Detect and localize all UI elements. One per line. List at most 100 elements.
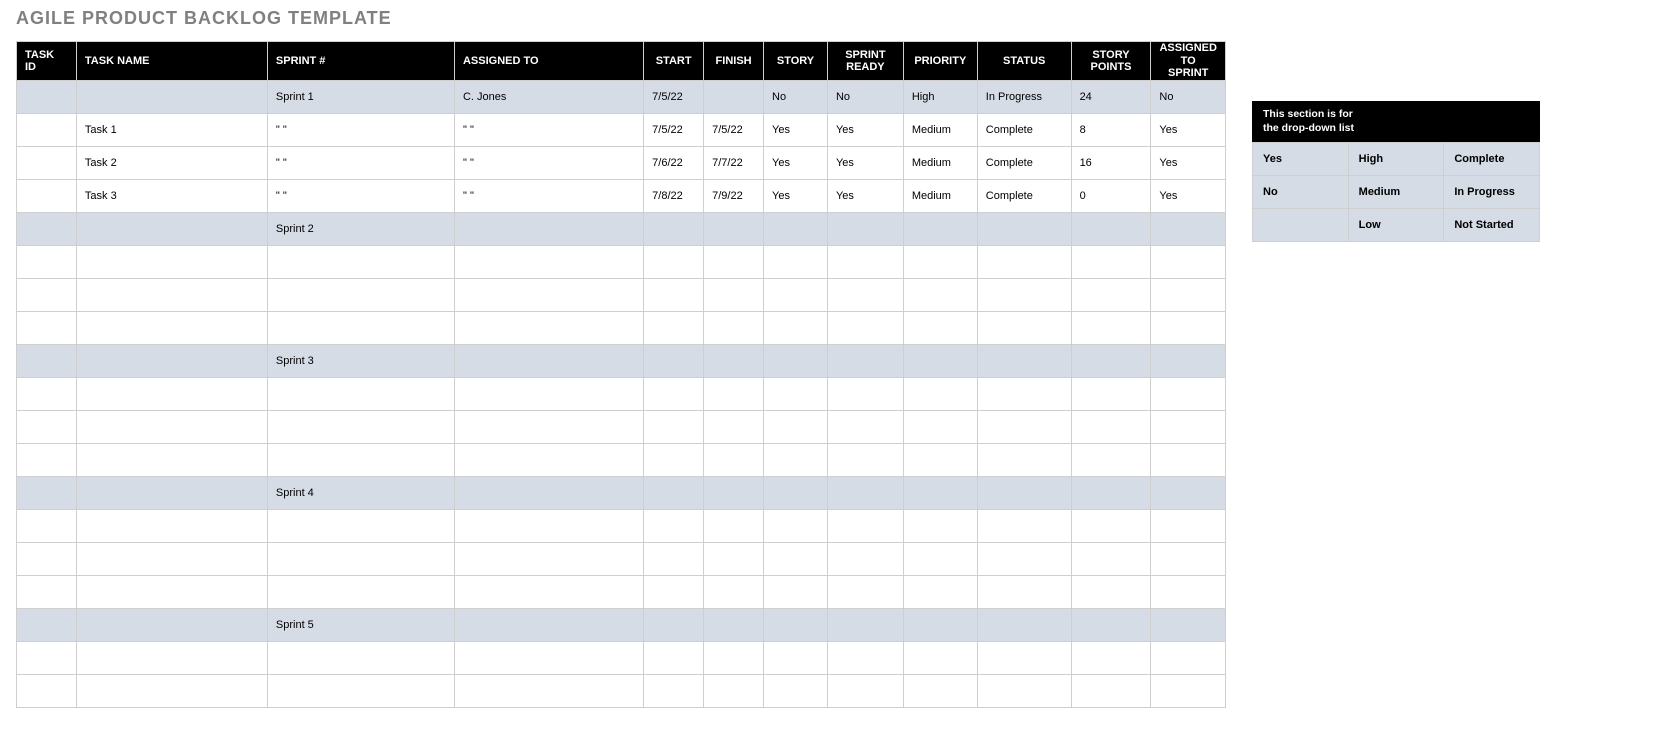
cell-priority[interactable] (903, 311, 977, 344)
cell-finish[interactable] (704, 377, 764, 410)
cell-start[interactable] (644, 608, 704, 641)
cell-finish[interactable] (704, 476, 764, 509)
cell-assigned-to[interactable] (454, 278, 643, 311)
cell-assigned-to[interactable] (454, 443, 643, 476)
cell-start[interactable] (644, 278, 704, 311)
cell-status[interactable] (977, 575, 1071, 608)
cell-finish[interactable] (704, 212, 764, 245)
cell-finish[interactable] (704, 410, 764, 443)
cell-sprint[interactable] (267, 443, 454, 476)
cell-assigned-to[interactable]: " " (454, 113, 643, 146)
cell-start[interactable] (644, 344, 704, 377)
cell-story-points[interactable]: 16 (1071, 146, 1151, 179)
cell-assigned-to[interactable] (454, 608, 643, 641)
cell-status[interactable] (977, 377, 1071, 410)
cell-task-name[interactable] (76, 608, 267, 641)
cell-start[interactable]: 7/5/22 (644, 80, 704, 113)
cell-status[interactable] (977, 443, 1071, 476)
cell-priority[interactable]: Medium (903, 113, 977, 146)
cell-story[interactable] (764, 245, 828, 278)
cell-finish[interactable] (704, 80, 764, 113)
cell-priority[interactable] (903, 410, 977, 443)
cell-start[interactable] (644, 245, 704, 278)
cell-assigned-to[interactable] (454, 641, 643, 674)
cell-priority[interactable] (903, 509, 977, 542)
cell-sprint-ready[interactable] (827, 278, 903, 311)
cell-story[interactable] (764, 311, 828, 344)
cell-task-name[interactable] (76, 212, 267, 245)
cell-task-name[interactable] (76, 641, 267, 674)
cell-status[interactable] (977, 245, 1071, 278)
cell-task-id[interactable] (17, 377, 77, 410)
cell-story-points[interactable] (1071, 542, 1151, 575)
cell-status[interactable] (977, 608, 1071, 641)
cell-assigned-to[interactable]: " " (454, 179, 643, 212)
cell-sprint[interactable] (267, 410, 454, 443)
cell-assigned-to[interactable] (454, 674, 643, 707)
cell-start[interactable] (644, 509, 704, 542)
cell-status[interactable]: Complete (977, 113, 1071, 146)
cell-priority[interactable] (903, 377, 977, 410)
cell-sprint[interactable]: " " (267, 146, 454, 179)
cell-finish[interactable] (704, 674, 764, 707)
cell-story[interactable] (764, 476, 828, 509)
cell-task-id[interactable] (17, 146, 77, 179)
cell-story[interactable]: Yes (764, 179, 828, 212)
cell-finish[interactable] (704, 542, 764, 575)
cell-sprint[interactable] (267, 278, 454, 311)
cell-sprint-ready[interactable] (827, 245, 903, 278)
cell-start[interactable]: 7/5/22 (644, 113, 704, 146)
cell-assigned-sprint[interactable] (1151, 344, 1226, 377)
cell-priority[interactable]: Medium (903, 146, 977, 179)
cell-status[interactable]: Complete (977, 146, 1071, 179)
cell-task-id[interactable] (17, 674, 77, 707)
cell-task-id[interactable] (17, 311, 77, 344)
cell-assigned-sprint[interactable]: Yes (1151, 113, 1226, 146)
cell-priority[interactable] (903, 344, 977, 377)
cell-task-name[interactable] (76, 344, 267, 377)
cell-task-name[interactable] (76, 245, 267, 278)
cell-sprint-ready[interactable]: No (827, 80, 903, 113)
cell-finish[interactable] (704, 608, 764, 641)
cell-task-id[interactable] (17, 212, 77, 245)
cell-task-id[interactable] (17, 476, 77, 509)
cell-status[interactable] (977, 212, 1071, 245)
cell-sprint[interactable] (267, 674, 454, 707)
cell-status[interactable] (977, 476, 1071, 509)
cell-task-name[interactable] (76, 674, 267, 707)
cell-story-points[interactable] (1071, 443, 1151, 476)
cell-task-name[interactable] (76, 278, 267, 311)
cell-assigned-to[interactable] (454, 212, 643, 245)
cell-assigned-sprint[interactable] (1151, 377, 1226, 410)
cell-sprint-ready[interactable] (827, 377, 903, 410)
cell-sprint-ready[interactable] (827, 674, 903, 707)
cell-story-points[interactable] (1071, 410, 1151, 443)
cell-sprint-ready[interactable] (827, 410, 903, 443)
cell-priority[interactable] (903, 542, 977, 575)
cell-story-points[interactable]: 0 (1071, 179, 1151, 212)
cell-finish[interactable] (704, 443, 764, 476)
cell-finish[interactable] (704, 509, 764, 542)
cell-sprint-ready[interactable] (827, 575, 903, 608)
cell-finish[interactable] (704, 311, 764, 344)
cell-sprint-ready[interactable] (827, 443, 903, 476)
cell-status[interactable] (977, 542, 1071, 575)
cell-sprint[interactable] (267, 245, 454, 278)
cell-story[interactable]: Yes (764, 113, 828, 146)
cell-start[interactable] (644, 212, 704, 245)
cell-sprint[interactable] (267, 311, 454, 344)
cell-assigned-sprint[interactable] (1151, 575, 1226, 608)
cell-story-points[interactable] (1071, 575, 1151, 608)
cell-start[interactable] (644, 641, 704, 674)
cell-assigned-to[interactable] (454, 476, 643, 509)
cell-finish[interactable] (704, 575, 764, 608)
cell-assigned-to[interactable] (454, 575, 643, 608)
cell-task-name[interactable]: Task 3 (76, 179, 267, 212)
cell-task-name[interactable] (76, 311, 267, 344)
cell-story[interactable]: Yes (764, 146, 828, 179)
cell-task-id[interactable] (17, 80, 77, 113)
cell-story-points[interactable] (1071, 212, 1151, 245)
cell-task-name[interactable]: Task 1 (76, 113, 267, 146)
cell-assigned-to[interactable] (454, 311, 643, 344)
cell-story[interactable] (764, 608, 828, 641)
